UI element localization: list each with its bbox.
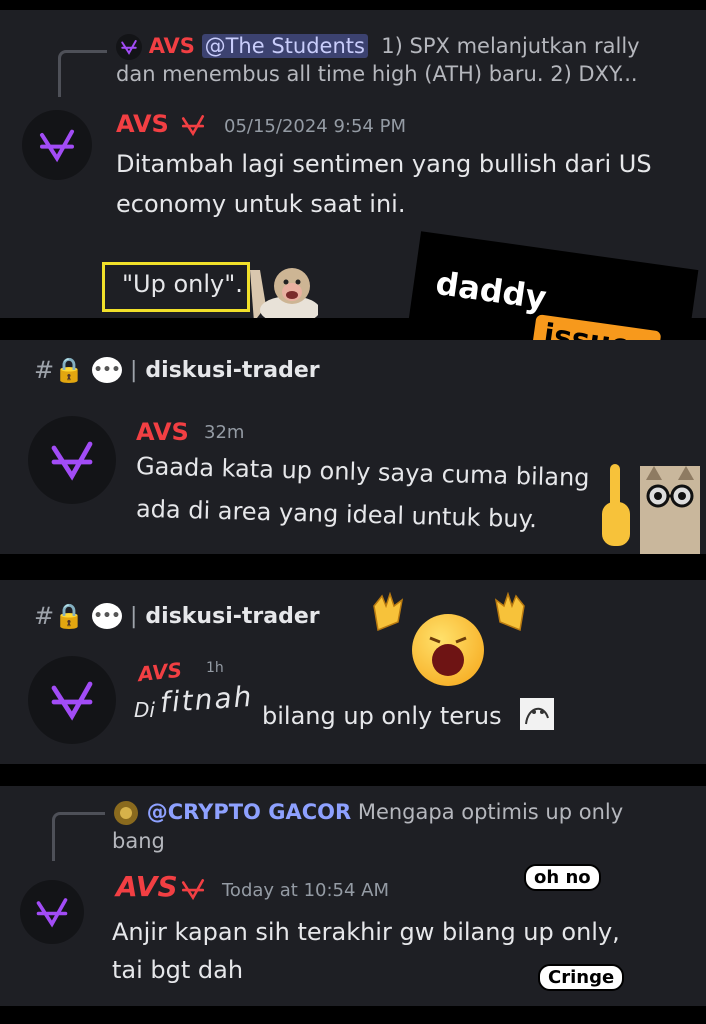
timestamp: 05/15/2024 9:54 PM (224, 116, 406, 137)
thread-bubble-icon: ••• (92, 603, 122, 629)
crypto-gacor-avatar-icon (112, 799, 140, 827)
pointing-finger-icon (598, 462, 634, 552)
sticker-text: daddy (433, 263, 549, 318)
highlight-box (102, 262, 250, 312)
message-panel-2: #🔒 ••• | diskusi-trader AVS 32m Gaada ka… (0, 340, 706, 554)
reply-mention[interactable]: @CRYPTO GACOR (147, 800, 351, 824)
crying-face-icon (412, 614, 484, 686)
avs-logo-icon (51, 441, 93, 481)
avatar[interactable] (28, 416, 116, 504)
avs-logo-icon (116, 34, 142, 60)
separator: | (130, 603, 138, 629)
avs-logo-icon (181, 879, 205, 901)
reply-preview[interactable]: AVS @The Students 1) SPX melanjutkan ral… (116, 32, 696, 88)
meme-face-icon (520, 698, 554, 730)
reply-connector (52, 812, 105, 861)
avs-logo-icon (36, 898, 68, 928)
reply-text-line2: bang (112, 829, 165, 853)
avs-logo-icon (40, 129, 74, 163)
raised-hand-icon (492, 591, 526, 632)
avatar[interactable] (22, 110, 92, 180)
message-panel-4: @CRYPTO GACOR Mengapa optimis up only ba… (0, 786, 706, 1006)
message-line: ada di area yang ideal untuk buy. (135, 494, 538, 534)
timestamp: 32m (204, 422, 245, 443)
reply-author[interactable]: AVS (149, 34, 195, 58)
avs-logo-icon (181, 115, 205, 137)
author-name[interactable]: AVS (116, 110, 169, 138)
reply-text-line2: dan menembus all time high (ATH) baru. 2… (116, 62, 638, 86)
reply-connector (58, 50, 107, 97)
author-name[interactable]: AVS (116, 870, 178, 903)
oh-no-sticker: oh no (524, 864, 601, 891)
reply-mention[interactable]: @The Students (201, 34, 368, 58)
separator: | (130, 357, 138, 383)
avs-logo-icon (51, 681, 93, 721)
timestamp: Today at 10:54 AM (222, 880, 390, 901)
message-line: bilang up only terus (262, 702, 502, 730)
cat-glasses-sticker (640, 466, 700, 554)
avatar[interactable] (28, 656, 116, 744)
channel-name[interactable]: diskusi-trader (145, 358, 319, 383)
locked-channel-icon: #🔒 (34, 602, 84, 630)
locked-channel-icon: #🔒 (34, 356, 84, 384)
message-panel-3: #🔒 ••• | diskusi-trader AVS 1h Di fitnah… (0, 580, 706, 764)
thread-bubble-icon: ••• (92, 357, 122, 383)
channel-header[interactable]: #🔒 ••• | diskusi-trader (34, 356, 320, 384)
channel-name[interactable]: diskusi-trader (145, 604, 319, 629)
message-line: tai bgt dah (112, 956, 244, 984)
message-line: economy untuk saat ini. (116, 190, 406, 218)
raised-hand-icon (372, 591, 406, 632)
cringe-sticker: Cringe (538, 964, 625, 991)
avatar[interactable] (20, 880, 84, 944)
message-word: Di (134, 698, 155, 722)
message-line: Ditambah lagi sentimen yang bullish dari… (116, 150, 652, 178)
author-name[interactable]: AVS (136, 418, 189, 446)
message-line: Anjir kapan sih terakhir gw bilang up on… (112, 918, 620, 946)
reply-preview[interactable]: @CRYPTO GACOR Mengapa optimis up only ba… (112, 798, 692, 855)
monkey-sticker (246, 262, 320, 318)
reply-text-line1: 1) SPX melanjutkan rally (381, 34, 640, 58)
reply-text-line1: Mengapa optimis up only (357, 800, 624, 824)
message-word: fitnah (158, 679, 255, 720)
channel-header[interactable]: #🔒 ••• | diskusi-trader (34, 602, 320, 630)
timestamp: 1h (206, 660, 224, 676)
